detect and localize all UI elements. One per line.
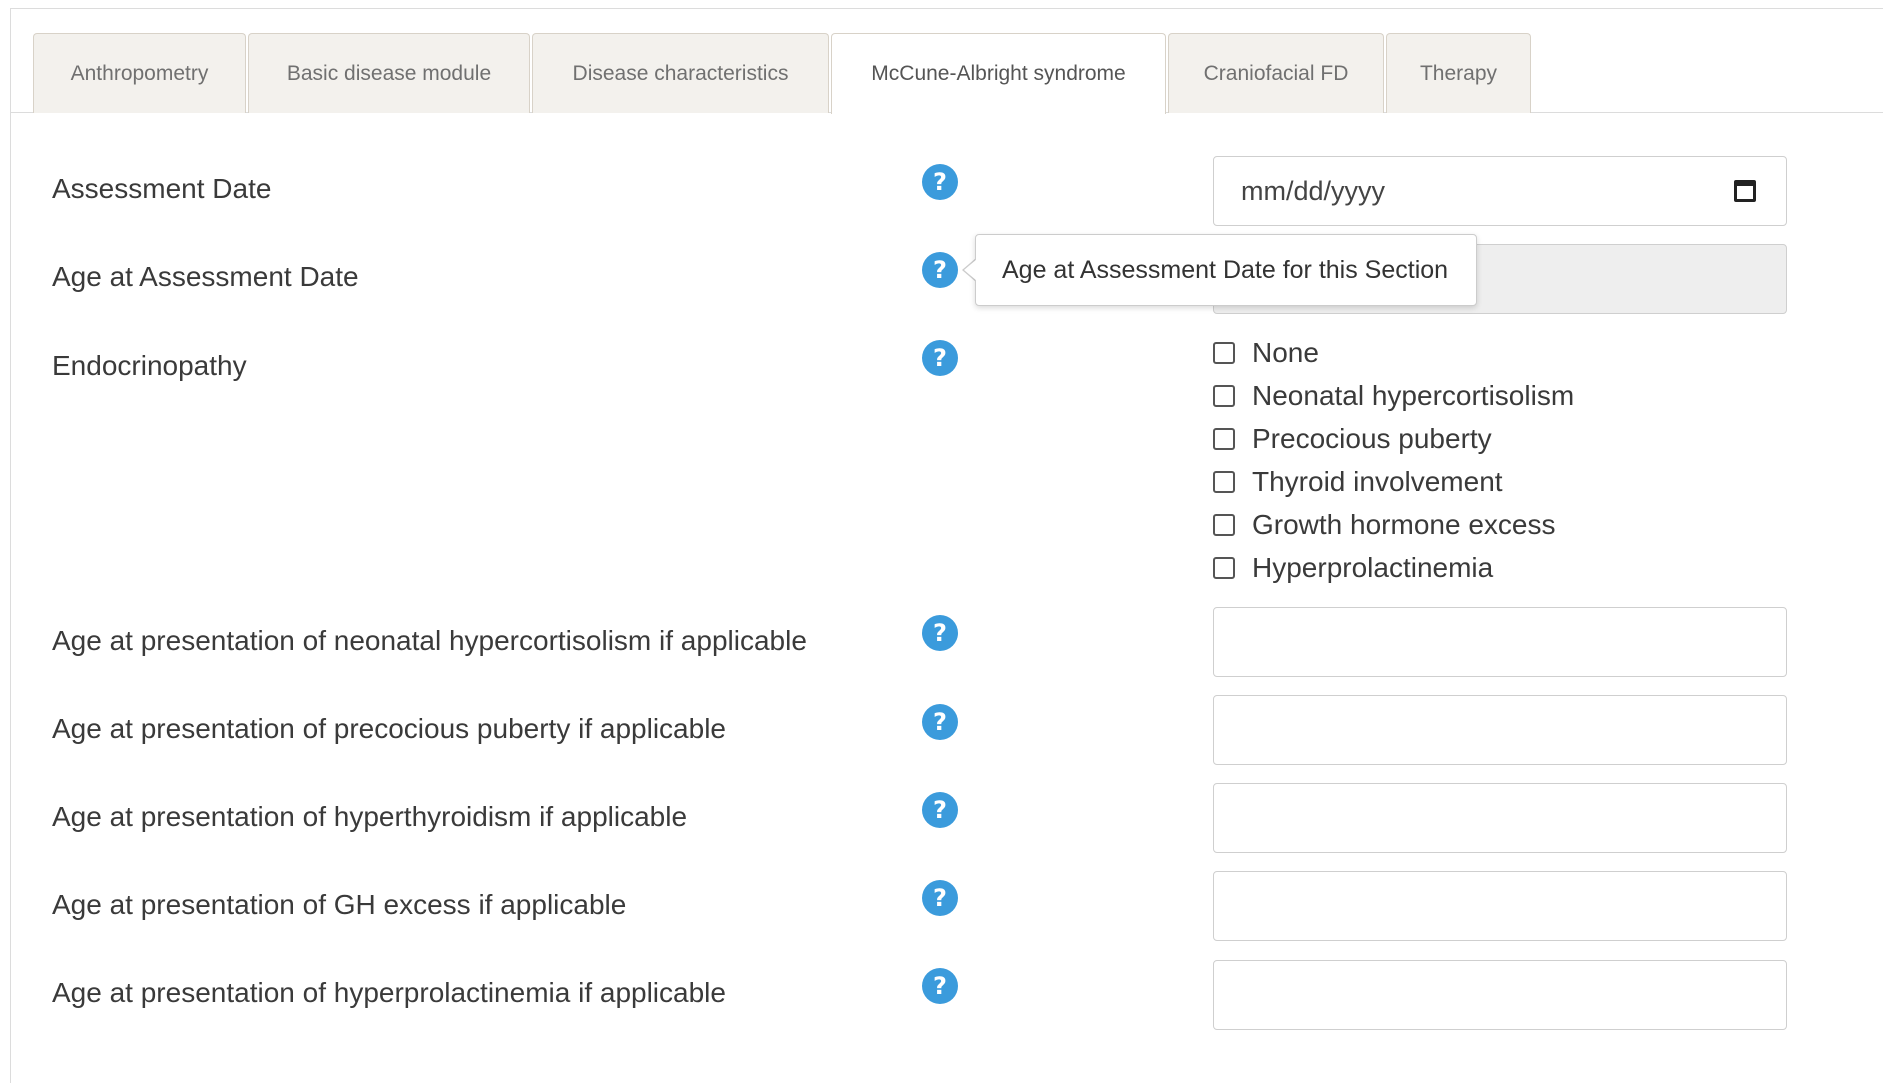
calendar-icon[interactable] bbox=[1734, 180, 1756, 202]
tab-anthropometry[interactable]: Anthropometry bbox=[33, 33, 246, 113]
assessment-date-placeholder: mm/dd/yyyy bbox=[1241, 175, 1386, 206]
age-gh-help-icon[interactable]: ? bbox=[922, 880, 958, 916]
age-puberty-help-icon[interactable]: ? bbox=[922, 704, 958, 740]
checkbox-box[interactable] bbox=[1213, 514, 1235, 536]
age-hyperthyroidism-input[interactable] bbox=[1213, 783, 1787, 853]
checkbox-label: Thyroid involvement bbox=[1252, 466, 1503, 497]
checkbox-label: Growth hormone excess bbox=[1252, 509, 1556, 540]
age-gh-input[interactable] bbox=[1213, 871, 1787, 941]
age-at-assessment-help-icon[interactable]: ? bbox=[922, 252, 958, 288]
age-hyperthyroidism-help-icon[interactable]: ? bbox=[922, 792, 958, 828]
checkbox-hyperprolactinemia[interactable]: Hyperprolactinemia bbox=[1213, 550, 1493, 586]
checkbox-neonatal-hypercortisolism[interactable]: Neonatal hypercortisolism bbox=[1213, 378, 1574, 414]
age-prolactin-input[interactable] bbox=[1213, 960, 1787, 1030]
age-puberty-input[interactable] bbox=[1213, 695, 1787, 765]
tab-craniofacial-fd[interactable]: Craniofacial FD bbox=[1168, 33, 1384, 113]
assessment-date-help-icon[interactable]: ? bbox=[922, 164, 958, 200]
endocrinopathy-label: Endocrinopathy bbox=[52, 350, 247, 381]
age-at-assessment-label: Age at Assessment Date bbox=[52, 261, 359, 292]
checkbox-box[interactable] bbox=[1213, 428, 1235, 450]
endocrinopathy-help-icon[interactable]: ? bbox=[922, 340, 958, 376]
checkbox-label: None bbox=[1252, 337, 1319, 368]
checkbox-label: Precocious puberty bbox=[1252, 423, 1492, 454]
tab-disease-characteristics[interactable]: Disease characteristics bbox=[532, 33, 829, 113]
checkbox-thyroid-involvement[interactable]: Thyroid involvement bbox=[1213, 464, 1503, 500]
assessment-date-label: Assessment Date bbox=[52, 173, 272, 204]
checkbox-box[interactable] bbox=[1213, 385, 1235, 407]
tab-basic-disease-module[interactable]: Basic disease module bbox=[248, 33, 530, 113]
age-neonatal-label: Age at presentation of neonatal hypercor… bbox=[52, 625, 807, 656]
checkbox-box[interactable] bbox=[1213, 471, 1235, 493]
checkbox-label: Neonatal hypercortisolism bbox=[1252, 380, 1575, 411]
tab-mccune-albright-syndrome[interactable]: McCune-Albright syndrome bbox=[831, 33, 1166, 114]
help-tooltip: Age at Assessment Date for this Section bbox=[975, 234, 1477, 306]
checkbox-box[interactable] bbox=[1213, 557, 1235, 579]
tab-therapy[interactable]: Therapy bbox=[1386, 33, 1531, 113]
checkbox-none[interactable]: None bbox=[1213, 335, 1319, 371]
tooltip-arrow-fill bbox=[964, 259, 977, 281]
checkbox-box[interactable] bbox=[1213, 342, 1235, 364]
checkbox-precocious-puberty[interactable]: Precocious puberty bbox=[1213, 421, 1492, 457]
age-gh-label: Age at presentation of GH excess if appl… bbox=[52, 889, 627, 920]
checkbox-label: Hyperprolactinemia bbox=[1252, 552, 1494, 583]
age-neonatal-help-icon[interactable]: ? bbox=[922, 615, 958, 651]
age-prolactin-label: Age at presentation of hyperprolactinemi… bbox=[52, 977, 726, 1008]
age-prolactin-help-icon[interactable]: ? bbox=[922, 968, 958, 1004]
assessment-date-input[interactable]: mm/dd/yyyy bbox=[1213, 156, 1787, 226]
checkbox-growth-hormone-excess[interactable]: Growth hormone excess bbox=[1213, 507, 1555, 543]
age-puberty-label: Age at presentation of precocious pubert… bbox=[52, 713, 726, 744]
age-neonatal-input[interactable] bbox=[1213, 607, 1787, 677]
age-hyperthyroidism-label: Age at presentation of hyperthyroidism i… bbox=[52, 801, 688, 832]
